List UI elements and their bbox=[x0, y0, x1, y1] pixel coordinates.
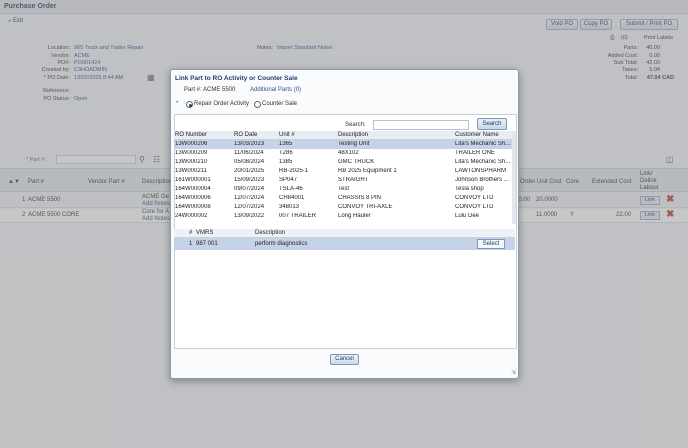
ro-cell-customer: LAWTONSPHARM bbox=[455, 168, 507, 174]
ro-cell-number: 161W000001 bbox=[175, 177, 211, 183]
ro-cell-number: 13W000209 bbox=[175, 150, 208, 156]
col-vmrs-num: # bbox=[189, 230, 193, 236]
ro-cell-description: CONVOY TRI-AXLE bbox=[338, 204, 393, 210]
ro-table-row[interactable]: 13W000210 05/08/2024 1385 GMC TRUCK Lita's M… bbox=[174, 158, 512, 167]
resize-grip-icon[interactable]: ⇲ bbox=[511, 369, 516, 376]
ro-table-row[interactable]: 24W000002 13/09/2022 007 TRAILER Long Haule… bbox=[174, 212, 512, 221]
ro-cell-unit: 348013 bbox=[279, 204, 300, 210]
ro-cell-customer: Tesla shop bbox=[455, 186, 484, 192]
ro-table-scrollbar[interactable] bbox=[512, 131, 516, 224]
ro-table-row[interactable]: 164W000004 09/07/2024 TSLA-46 Test Tesla sho… bbox=[174, 185, 512, 194]
col-vmrs: VMRS bbox=[196, 230, 214, 236]
col-customer[interactable]: Customer Name bbox=[455, 132, 499, 138]
vmrs-row-code: 987 001 bbox=[196, 241, 218, 247]
ro-cell-number: 164W000006 bbox=[175, 195, 211, 201]
dialog-part-number: Part #: ACME 5500 bbox=[184, 87, 236, 93]
ro-cell-description: GMC TRUCK bbox=[338, 159, 375, 165]
ro-cell-description: RB 2025 Equipment 1 bbox=[338, 168, 397, 174]
ro-cell-date: 12/07/2024 bbox=[234, 195, 265, 201]
ro-cell-description: 48X102 bbox=[338, 150, 359, 156]
vmrs-row-description: perform diagnostics bbox=[255, 241, 308, 247]
vmrs-table-header: # VMRS Description bbox=[174, 229, 515, 238]
vmrs-row[interactable]: 1 987 001 perform diagnostics bbox=[174, 238, 515, 250]
col-ro-date[interactable]: RO Date bbox=[234, 132, 257, 138]
ro-cell-description: CHASSIS 8 PIN bbox=[338, 195, 382, 201]
ro-cell-description: Test bbox=[338, 186, 350, 192]
required-marker: * bbox=[176, 101, 179, 107]
ro-cell-description: STRAIGHT bbox=[338, 177, 369, 183]
vmrs-row-num: 1 bbox=[189, 241, 193, 247]
ro-cell-unit: 007 TRAILER bbox=[279, 213, 316, 219]
ro-cell-date: 20/01/2025 bbox=[234, 168, 265, 174]
ro-cell-unit: 1365 bbox=[279, 141, 293, 147]
cancel-button[interactable]: Cancel bbox=[330, 354, 359, 365]
ro-cell-description: Long Hauler bbox=[338, 213, 371, 219]
ro-cell-unit: CH84001 bbox=[279, 195, 305, 201]
ro-table-row[interactable]: 164W000008 12/07/2024 348013 CONVOY TRI-AXL… bbox=[174, 203, 512, 212]
ro-cell-customer: Lita's Mechanic Sh... bbox=[455, 159, 511, 165]
ro-table-row[interactable]: 13W000206 13/03/2023 1365 Testing Unit Lita'… bbox=[174, 140, 512, 149]
link-part-dialog: Link Part to RO Activity or Counter Sale… bbox=[170, 69, 519, 379]
ro-table-header: RO Number RO Date Unit # Description Cus… bbox=[174, 131, 512, 140]
ro-cell-date: 15/09/2023 bbox=[234, 177, 265, 183]
col-vmrs-description: Description bbox=[255, 230, 286, 236]
radio-repair-order-label[interactable]: Repair Order Activity bbox=[194, 101, 249, 107]
ro-table-row[interactable]: 13W000211 20/01/2025 RB-2025-1 RB 2025 Equi… bbox=[174, 167, 512, 176]
additional-parts-link[interactable]: Additional Parts (0) bbox=[250, 87, 301, 93]
ro-cell-customer: Lulu Dee bbox=[455, 213, 480, 219]
search-label: Search: bbox=[345, 122, 366, 128]
ro-table-row[interactable]: 161W000001 15/09/2023 SP047 STRAIGHT Johnson… bbox=[174, 176, 512, 185]
ro-cell-number: 24W000002 bbox=[175, 213, 208, 219]
ro-cell-unit: 1385 bbox=[279, 159, 293, 165]
ro-cell-unit: RB-2025-1 bbox=[279, 168, 309, 174]
search-button[interactable]: Search bbox=[477, 118, 507, 130]
dialog-title: Link Part to RO Activity or Counter Sale bbox=[175, 75, 298, 82]
ro-cell-number: 13W000206 bbox=[175, 141, 208, 147]
radio-counter-sale-label[interactable]: Counter Sale bbox=[262, 101, 297, 107]
ro-cell-unit: SP047 bbox=[279, 177, 298, 183]
ro-cell-customer: TRAILER ONE bbox=[455, 150, 496, 156]
ro-cell-number: 164W000008 bbox=[175, 204, 211, 210]
ro-table-row[interactable]: 164W000006 12/07/2024 CH84001 CHASSIS 8 PIN… bbox=[174, 194, 512, 203]
radio-repair-order[interactable] bbox=[186, 101, 193, 108]
ro-cell-customer: CONVOY LTD bbox=[455, 195, 494, 201]
ro-cell-description: Testing Unit bbox=[338, 141, 370, 147]
ro-cell-unit: TSLA-46 bbox=[279, 186, 303, 192]
col-ro-description[interactable]: Description bbox=[338, 132, 368, 138]
ro-cell-date: 09/07/2024 bbox=[234, 186, 265, 192]
ro-cell-date: 12/07/2024 bbox=[234, 204, 265, 210]
ro-cell-customer: Lita's Mechanic Sh... bbox=[455, 141, 511, 147]
ro-cell-number: 13W000210 bbox=[175, 159, 208, 165]
ro-search-input[interactable] bbox=[373, 120, 469, 130]
ro-cell-number: 164W000004 bbox=[175, 186, 211, 192]
col-ro-number[interactable]: RO Number bbox=[175, 132, 207, 138]
ro-cell-date: 13/09/2022 bbox=[234, 213, 265, 219]
ro-table-row[interactable]: 13W000209 11/06/2024 T286 48X102 TRAILER ONE bbox=[174, 149, 512, 158]
ro-cell-customer: CONVOY LTD bbox=[455, 204, 494, 210]
ro-cell-unit: T286 bbox=[279, 150, 293, 156]
ro-cell-date: 05/08/2024 bbox=[234, 159, 265, 165]
ro-cell-date: 11/06/2024 bbox=[234, 150, 264, 156]
ro-cell-customer: Johnson Brothers ... bbox=[455, 177, 509, 183]
ro-cell-number: 13W000211 bbox=[175, 168, 207, 174]
ro-cell-date: 13/03/2023 bbox=[234, 141, 265, 147]
select-button[interactable]: Select bbox=[477, 239, 505, 249]
radio-counter-sale[interactable] bbox=[254, 101, 261, 108]
col-unit[interactable]: Unit # bbox=[279, 132, 295, 138]
